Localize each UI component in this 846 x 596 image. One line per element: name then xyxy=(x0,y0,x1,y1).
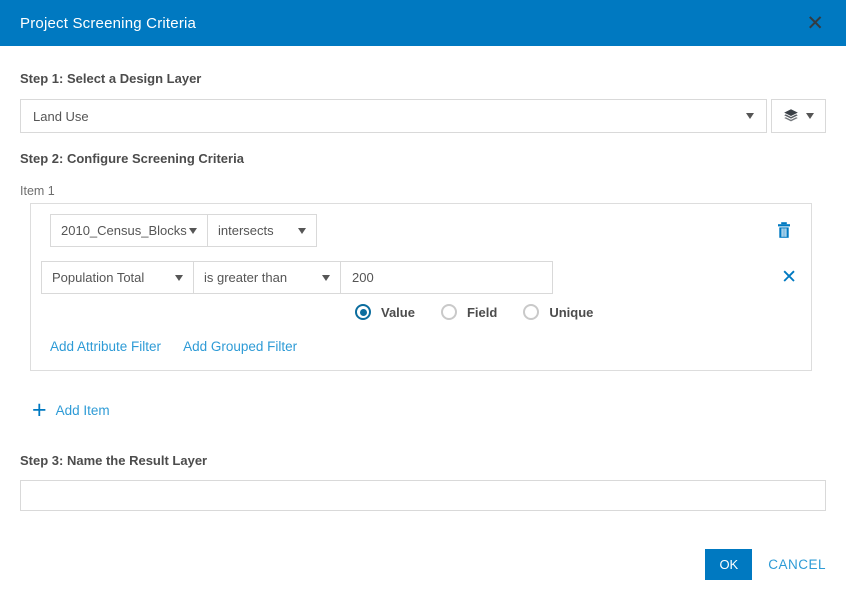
radio-label-unique: Unique xyxy=(549,304,594,320)
radio-unselected-icon xyxy=(523,304,540,320)
spatial-operator-value: intersects xyxy=(218,223,274,238)
radio-option-field[interactable]: Field xyxy=(440,304,498,320)
attribute-filter-row: Population Total is greater than ✕ xyxy=(41,261,799,294)
trash-icon xyxy=(775,221,793,240)
attribute-filter-controls: Population Total is greater than xyxy=(41,261,553,294)
dialog-title: Project Screening Criteria xyxy=(20,14,197,32)
item-label: Item 1 xyxy=(20,184,55,198)
spatial-operator-select[interactable]: intersects xyxy=(207,214,317,247)
filter-links-row: Add Attribute Filter Add Grouped Filter xyxy=(50,339,799,354)
step3-label: Step 3: Name the Result Layer xyxy=(20,453,208,468)
layer-options-button[interactable] xyxy=(771,99,826,133)
radio-option-value[interactable]: Value xyxy=(355,304,415,320)
dialog-footer: OK CANCEL xyxy=(705,549,826,580)
add-item-link[interactable]: Add Item xyxy=(56,403,110,418)
add-item-row[interactable]: + Add Item xyxy=(32,396,826,424)
chevron-down-icon xyxy=(189,227,197,234)
close-icon[interactable]: ✕ xyxy=(802,11,828,36)
chevron-down-icon xyxy=(746,113,754,119)
remove-filter-button[interactable]: ✕ xyxy=(781,268,797,287)
attribute-operator-value: is greater than xyxy=(204,270,288,285)
add-grouped-filter-link[interactable]: Add Grouped Filter xyxy=(183,339,297,354)
radio-option-unique[interactable]: Unique xyxy=(523,304,593,320)
chevron-down-icon xyxy=(322,274,330,281)
dialog-body: Step 1: Select a Design Layer Land Use S… xyxy=(0,71,846,511)
spatial-layer-select[interactable]: 2010_Census_Blocks xyxy=(50,214,208,247)
chevron-down-icon xyxy=(806,113,814,119)
attribute-value-input[interactable] xyxy=(341,262,552,293)
spatial-filter-controls: 2010_Census_Blocks intersects xyxy=(50,214,317,247)
screening-item-card: 2010_Census_Blocks intersects Population… xyxy=(30,203,812,371)
attribute-field-value: Population Total xyxy=(52,270,145,285)
design-layer-row: Land Use xyxy=(20,99,826,133)
step2-label: Step 2: Configure Screening Criteria xyxy=(20,151,244,166)
chevron-down-icon xyxy=(298,227,306,234)
layers-icon xyxy=(783,108,799,124)
spatial-filter-row: 2010_Census_Blocks intersects xyxy=(41,214,799,247)
radio-label-field: Field xyxy=(466,304,498,320)
dialog-header: Project Screening Criteria ✕ xyxy=(0,0,846,46)
attribute-field-select[interactable]: Population Total xyxy=(41,261,194,294)
radio-selected-icon xyxy=(355,304,371,320)
delete-item-button[interactable] xyxy=(775,221,793,240)
attribute-value-field-wrap xyxy=(340,261,553,294)
value-type-radio-group: Value Field Unique xyxy=(355,304,799,320)
design-layer-select[interactable]: Land Use xyxy=(20,99,767,133)
radio-label-value: Value xyxy=(381,304,415,320)
design-layer-value: Land Use xyxy=(33,108,89,124)
plus-icon: + xyxy=(32,396,47,424)
ok-button[interactable]: OK xyxy=(705,549,753,580)
add-attribute-filter-link[interactable]: Add Attribute Filter xyxy=(50,339,161,354)
chevron-down-icon xyxy=(175,274,183,281)
radio-unselected-icon xyxy=(440,304,457,320)
spatial-layer-value: 2010_Census_Blocks xyxy=(61,223,187,238)
project-screening-criteria-dialog: Project Screening Criteria ✕ Step 1: Sel… xyxy=(0,0,846,596)
attribute-operator-select[interactable]: is greater than xyxy=(193,261,341,294)
step1-label: Step 1: Select a Design Layer xyxy=(20,71,202,86)
result-layer-name-input[interactable] xyxy=(20,480,826,511)
cancel-button[interactable]: CANCEL xyxy=(768,557,826,572)
